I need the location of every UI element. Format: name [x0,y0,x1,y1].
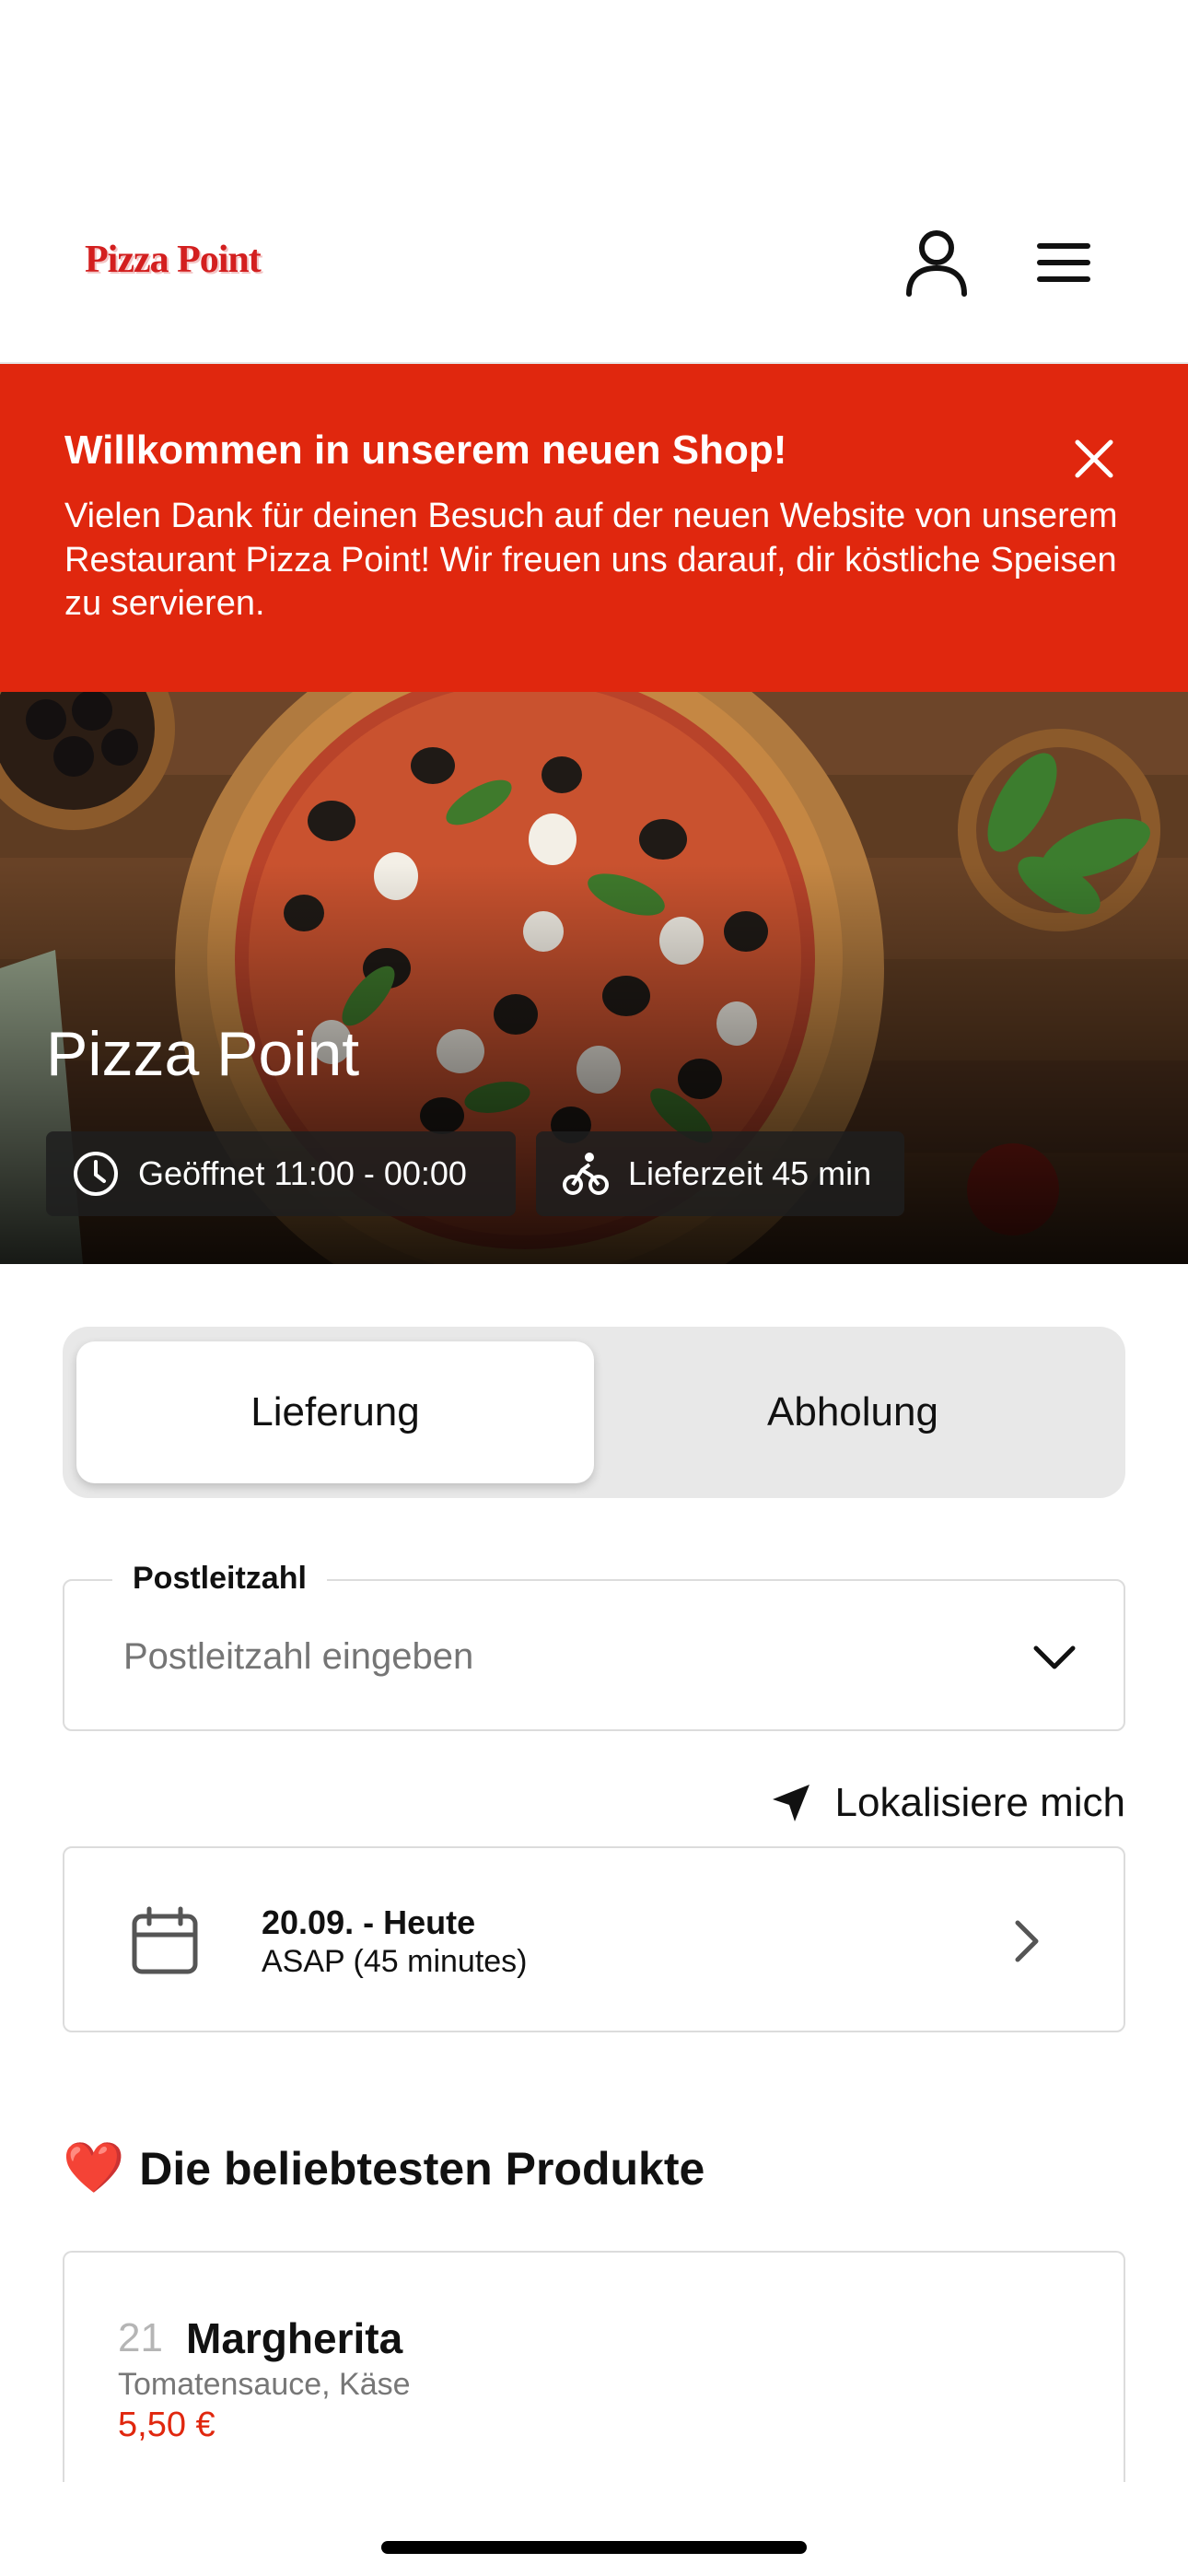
home-indicator[interactable] [381,2541,807,2554]
account-button[interactable] [895,221,978,304]
opening-hours-text: Geöffnet 11:00 - 00:00 [138,1154,467,1192]
order-mode-toggle: Lieferung Abholung [63,1327,1125,1498]
locate-me-label: Lokalisiere mich [834,1780,1125,1825]
clock-icon [72,1150,120,1198]
banner-close-button[interactable] [1057,422,1131,496]
popular-products-label: Die beliebtesten Produkte [139,2142,705,2195]
popular-products-title: ❤️ Die beliebtesten Produkte [63,2139,705,2197]
restaurant-name: Pizza Point [46,1019,360,1089]
product-description: Tomatensauce, Käse [118,2367,411,2402]
postcode-field[interactable]: Postleitzahl [63,1561,1125,1731]
close-icon [1075,439,1113,478]
product-number: 21 [118,2315,163,2360]
location-arrow-icon [771,1783,811,1823]
delivery-time-selector[interactable]: 20.09. - Heute ASAP (45 minutes) [63,1846,1125,2032]
hamburger-menu-icon [1037,243,1090,282]
banner-text: Vielen Dank für deinen Besuch auf der ne… [64,497,1118,624]
locate-me-button[interactable]: Lokalisiere mich [755,1771,1125,1835]
banner-title: Willkommen in unserem neuen Shop! [64,427,787,473]
heart-icon: ❤️ [63,2140,125,2195]
user-icon [906,230,967,297]
pickup-option[interactable]: Abholung [594,1341,1112,1483]
delivery-time-badge: Lieferzeit 45 min [536,1131,904,1216]
welcome-banner: Willkommen in unserem neuen Shop! Vielen… [0,364,1188,692]
bottom-bar [0,2482,1188,2576]
menu-button[interactable] [1022,221,1105,304]
postcode-dropdown-button[interactable] [1022,1625,1087,1690]
bicycle-icon [562,1150,610,1198]
postcode-label: Postleitzahl [112,1561,327,1597]
product-price: 5,50 € [118,2406,215,2444]
logo[interactable]: Pizza Point [85,238,262,282]
chevron-right-icon [995,1909,1059,1973]
product-name: Margherita [186,2314,403,2362]
delivery-option[interactable]: Lieferung [76,1341,594,1483]
postcode-input[interactable] [123,1636,952,1678]
delivery-date: 20.09. - Heute [262,1903,476,1941]
delivery-time: ASAP (45 minutes) [262,1944,528,1979]
header: Pizza Point [0,0,1188,364]
calendar-icon [132,1906,198,1974]
chevron-down-icon [1033,1645,1076,1669]
delivery-time-text: Lieferzeit 45 min [628,1154,872,1192]
opening-hours-badge: Geöffnet 11:00 - 00:00 [46,1131,516,1216]
